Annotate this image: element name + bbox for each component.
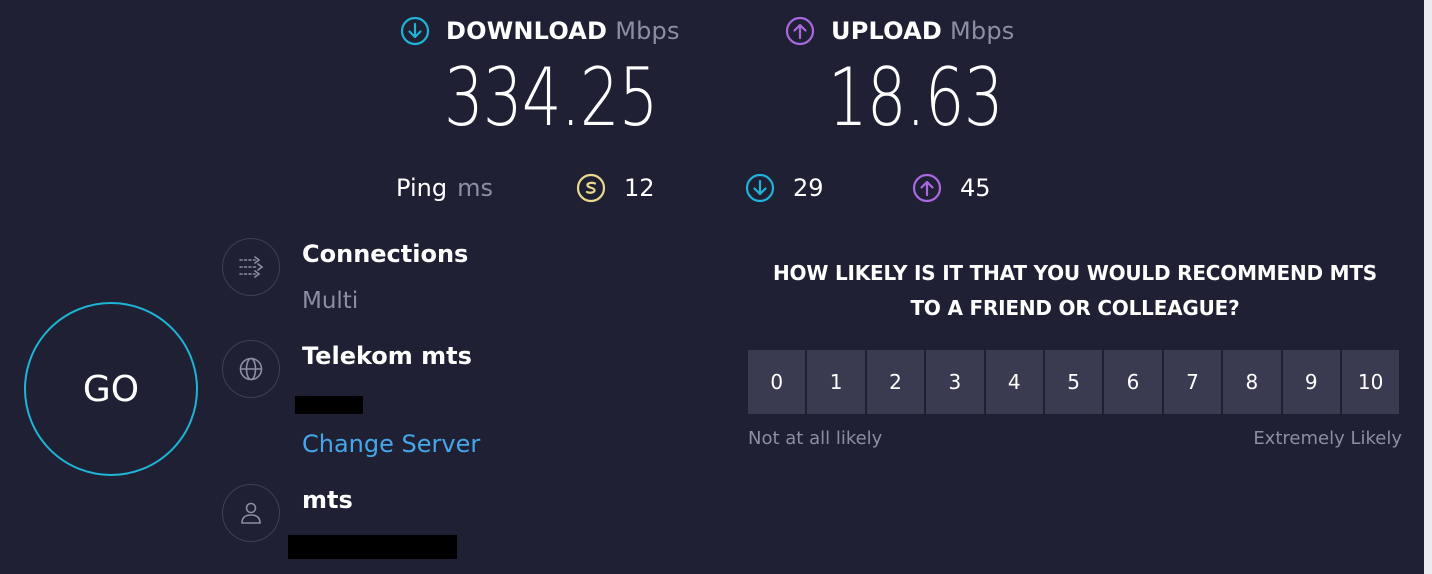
survey-option-0[interactable]: 0: [748, 350, 806, 414]
upload-label: UPLOAD: [831, 17, 942, 45]
survey-option-8[interactable]: 8: [1223, 350, 1281, 414]
survey-question-line1: HOW LIKELY IS IT THAT YOU WOULD RECOMMEN…: [773, 261, 1377, 285]
provider-name: mts: [302, 486, 353, 514]
download-header: DOWNLOAD Mbps: [400, 16, 680, 46]
server-name: Telekom mts: [302, 342, 472, 370]
ping-text: Ping: [396, 174, 448, 202]
upload-unit: Mbps: [949, 17, 1015, 45]
connections-icon: [222, 238, 280, 296]
survey-option-4[interactable]: 4: [985, 350, 1043, 414]
survey-option-1[interactable]: 1: [807, 350, 865, 414]
ping-idle: 12: [576, 173, 655, 203]
ping-idle-icon: [576, 173, 606, 203]
ping-download: 29: [745, 173, 824, 203]
change-server-link[interactable]: Change Server: [302, 430, 480, 458]
connections-title: Connections: [302, 240, 469, 268]
survey-question-line2: TO A FRIEND OR COLLEAGUE?: [910, 296, 1240, 320]
window-edge: [1424, 0, 1432, 574]
go-button[interactable]: GO: [24, 302, 198, 476]
download-unit: Mbps: [615, 17, 680, 45]
ping-idle-value: 12: [624, 174, 655, 202]
survey-question: HOW LIKELY IS IT THAT YOU WOULD RECOMMEN…: [748, 256, 1402, 326]
survey-option-5[interactable]: 5: [1044, 350, 1103, 414]
ping-label: Ping ms: [396, 174, 493, 202]
download-label: DOWNLOAD: [446, 17, 608, 45]
ping-upload-value: 45: [960, 174, 991, 202]
survey-option-2[interactable]: 2: [866, 350, 925, 414]
download-value: 334.25: [444, 51, 658, 144]
upload-arrow-icon: [912, 173, 942, 203]
survey-scale: 0 1 2 3 4 5 6 7 8 9 10: [748, 350, 1400, 414]
download-arrow-icon: [745, 173, 775, 203]
upload-value: 18.63: [828, 51, 1004, 144]
ping-upload: 45: [912, 173, 991, 203]
globe-icon: [222, 340, 280, 398]
survey-high-label: Extremely Likely: [1253, 428, 1402, 449]
ping-unit: ms: [457, 174, 493, 202]
user-icon: [222, 484, 280, 542]
ping-download-value: 29: [793, 174, 824, 202]
survey-low-label: Not at all likely: [748, 428, 883, 449]
survey-option-3[interactable]: 3: [926, 350, 984, 414]
survey-option-6[interactable]: 6: [1104, 350, 1162, 414]
survey-option-10[interactable]: 10: [1341, 350, 1400, 414]
upload-header: UPLOAD Mbps: [785, 16, 1014, 46]
upload-arrow-icon: [785, 16, 815, 46]
download-arrow-icon: [400, 16, 430, 46]
connections-mode[interactable]: Multi: [302, 288, 358, 314]
redacted-provider-ip: [288, 535, 457, 559]
survey-option-7[interactable]: 7: [1163, 350, 1222, 414]
survey-option-9[interactable]: 9: [1282, 350, 1340, 414]
redacted-server-location: [295, 396, 363, 414]
